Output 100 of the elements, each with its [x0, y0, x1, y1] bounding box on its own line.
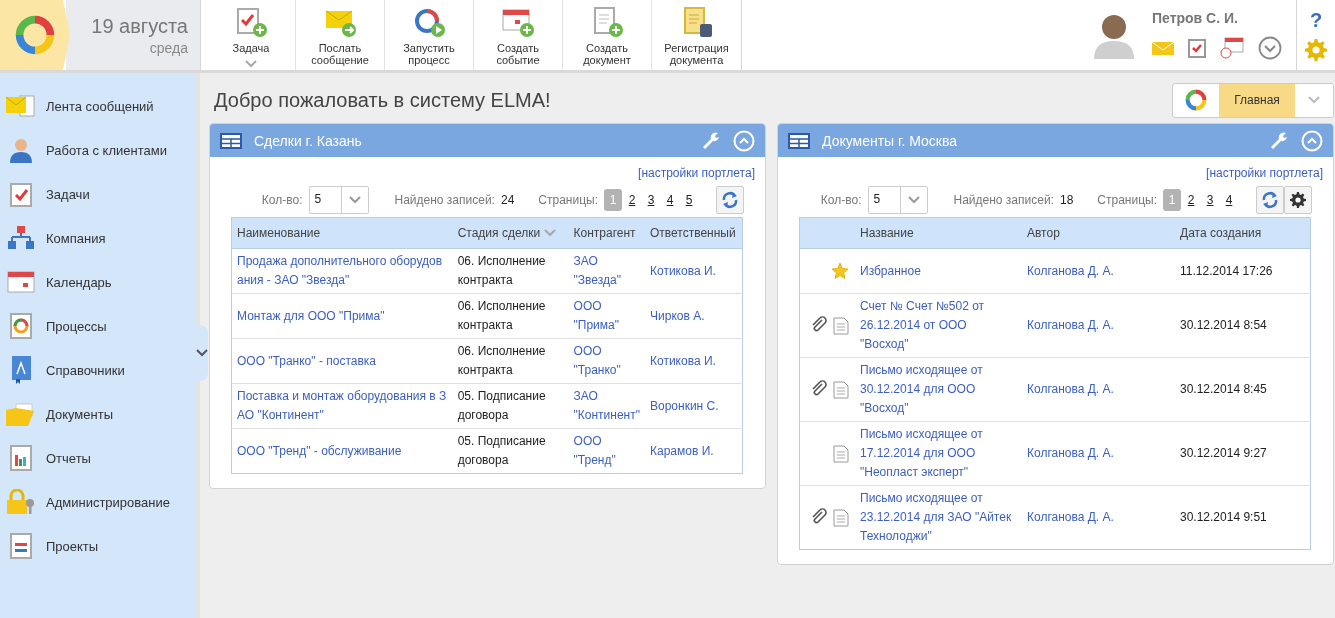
table-cell-link[interactable]: Колганова Д. А. — [1027, 444, 1170, 463]
table-cell-link[interactable]: Счет № Счет №502 от 26.12.2014 от ООО "Восход" — [860, 297, 1017, 354]
toolbar-button[interactable]: Послать сообщение — [296, 0, 385, 70]
settings-icon — [1290, 192, 1306, 208]
caret-icon — [1308, 96, 1320, 104]
table-cell-link[interactable]: Продажа дополнительного оборудов ания - ЗАО "Звезда" — [237, 252, 448, 290]
user-name[interactable]: Петров С. И. — [1152, 10, 1282, 26]
table-cell-link[interactable]: Письмо исходящее от 17.12.2014 для ООО "Неопласт эксперт" — [860, 425, 1017, 482]
column-header[interactable]: Ответственный — [645, 217, 743, 249]
org-chart-icon — [8, 226, 34, 250]
table-cell-text: 11.12.2014 17:26 — [1180, 262, 1274, 280]
refresh-button[interactable] — [1256, 186, 1284, 214]
table-cell-link[interactable]: ООО "Тренд" - обслуживание — [237, 441, 448, 461]
sidebar-item[interactable]: Отчеты — [0, 436, 195, 480]
wrench-icon[interactable] — [701, 130, 721, 151]
table-cell-link[interactable]: Поставка и монтаж оборудования в З АО "Континент" — [237, 387, 448, 425]
table-cell-link[interactable]: ООО "Тренд" — [573, 432, 640, 470]
table-cell-link[interactable]: ООО "Прима" — [573, 297, 640, 335]
sidebar-collapse-tab[interactable] — [195, 325, 208, 381]
table-cell-text: 06. Исполнение контракта — [457, 343, 547, 379]
page-link[interactable]: 4 — [1220, 189, 1238, 211]
task-add-icon — [234, 6, 268, 38]
column-header[interactable]: Автор — [1022, 217, 1175, 249]
calendar-clock-icon[interactable] — [1220, 37, 1244, 59]
column-header[interactable]: Контрагент — [568, 217, 645, 249]
table-cell-link[interactable]: Котикова И. — [650, 351, 737, 371]
caret-icon — [245, 60, 257, 68]
sidebar-item[interactable]: Работа с клиентами — [0, 128, 195, 172]
column-header[interactable]: Дата создания — [1175, 217, 1311, 249]
count-select[interactable]: 5 — [308, 186, 369, 214]
toolbar-button[interactable]: Создать документ — [563, 0, 652, 70]
pages-label: Страницы: — [538, 193, 598, 207]
help-link[interactable]: ? — [1309, 9, 1323, 33]
sidebar-item[interactable]: Справочники — [0, 348, 195, 392]
table-cell-link[interactable]: Письмо исходящее от 30.12.2014 для ООО "Восход" — [860, 361, 1017, 418]
toolbar-button[interactable]: Создать событие — [474, 0, 563, 70]
table-cell-link[interactable]: Колганова Д. А. — [1027, 261, 1170, 281]
table-cell-link[interactable]: Колганова Д. А. — [1027, 316, 1170, 335]
portlet-title: Сделки г. Казань — [254, 132, 363, 149]
portlet-settings-link[interactable]: [настройки портлета] — [1206, 166, 1323, 180]
clipboard-check-icon — [9, 181, 33, 207]
portlet-settings-link[interactable]: [настройки портлета] — [638, 166, 755, 180]
sidebar-item[interactable]: Компания — [0, 216, 195, 260]
collapse-icon[interactable] — [733, 129, 755, 152]
clipboard-check-icon[interactable] — [1188, 38, 1206, 58]
table-cell-link[interactable]: ЗАО "Континент" — [573, 387, 640, 425]
refresh-button[interactable] — [716, 186, 744, 214]
page-link[interactable]: 3 — [642, 189, 660, 211]
sidebar-item[interactable]: Процессы — [0, 304, 195, 348]
sidebar-item[interactable]: Проекты — [0, 524, 195, 568]
sidebar-item[interactable]: Календарь — [0, 260, 195, 304]
logo[interactable] — [0, 0, 70, 70]
settings-button[interactable] — [1284, 186, 1312, 214]
dropdown-icon[interactable] — [1258, 36, 1282, 60]
table-cell-link[interactable]: Колганова Д. А. — [1027, 508, 1170, 527]
table-cell-link[interactable]: ЗАО "Звезда" — [573, 252, 640, 290]
table-cell-link[interactable]: Избранное — [860, 261, 1017, 281]
table-cell-link[interactable]: ООО "Транко" - поставка — [237, 351, 448, 371]
column-header[interactable]: Название — [855, 217, 1022, 249]
toolbar-button[interactable]: Запустить процесс — [385, 0, 474, 70]
toolbar-button[interactable]: Задача — [207, 0, 296, 70]
project-document-icon — [9, 533, 33, 559]
sidebar-item[interactable]: Администрирование — [0, 480, 195, 524]
book-icon — [9, 356, 33, 384]
table-cell-link[interactable]: Монтаж для ООО "Прима" — [237, 306, 448, 326]
settings-icon — [1305, 38, 1327, 61]
table-cell-link[interactable]: Котикова И. — [650, 261, 737, 281]
home-button[interactable]: Главная — [1219, 83, 1295, 117]
column-header[interactable]: Наименование — [231, 217, 453, 249]
table-cell-link[interactable]: Карамов И. — [650, 441, 737, 461]
table-cell-link[interactable]: Письмо исходящее от 23.12.2014 для ЗАО "Айтек Технолоджи" — [860, 489, 1017, 546]
table-cell-link[interactable]: Чирков А. — [650, 306, 737, 326]
refresh-icon — [1261, 191, 1279, 209]
folder-icon — [6, 402, 36, 426]
page-link[interactable]: 3 — [1201, 189, 1219, 211]
sidebar-item[interactable]: Документы — [0, 392, 195, 436]
table-cell-text: 06. Исполнение контракта — [457, 298, 547, 334]
document-icon — [833, 316, 849, 335]
table-cell-text: 30.12.2014 8:54 — [1180, 317, 1268, 334]
table-cell-link[interactable]: Воронкин С. — [650, 396, 737, 416]
count-select[interactable]: 5 — [867, 186, 928, 214]
person-icon — [8, 137, 34, 163]
count-label: Кол-во: — [820, 193, 862, 207]
envelope-icon — [6, 95, 36, 117]
page-link[interactable]: 4 — [661, 189, 679, 211]
table-cell-text: 06. Исполнение контракта — [457, 253, 547, 289]
page-link[interactable]: 5 — [680, 189, 698, 211]
toolbar-button[interactable]: Регистрация документа — [652, 0, 741, 70]
table-cell-link[interactable]: ООО "Транко" — [573, 342, 640, 380]
collapse-icon[interactable] — [1301, 129, 1323, 152]
caret-icon — [907, 196, 920, 204]
page-link[interactable]: 2 — [623, 189, 641, 211]
page-link[interactable]: 2 — [1182, 189, 1200, 211]
table-cell-text: 30.12.2014 9:27 — [1180, 445, 1268, 462]
table-cell-text: 30.12.2014 9:51 — [1180, 509, 1268, 526]
table-cell-link[interactable]: Колганова Д. А. — [1027, 380, 1170, 399]
sidebar-item[interactable]: Задачи — [0, 172, 195, 216]
wrench-icon[interactable] — [1269, 130, 1289, 151]
sidebar-item[interactable]: Лента сообщений — [0, 84, 195, 128]
column-header[interactable]: Стадия сделки — [452, 217, 569, 249]
